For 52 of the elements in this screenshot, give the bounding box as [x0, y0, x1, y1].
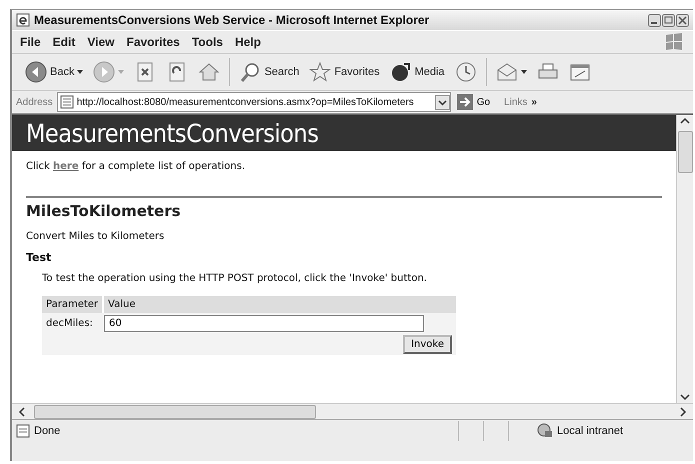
value-input[interactable]: 60: [104, 315, 424, 332]
vertical-scrollbar[interactable]: [676, 115, 693, 403]
links-button[interactable]: Links: [504, 96, 528, 108]
dropdown-caret-icon: [77, 70, 84, 74]
menu-item[interactable]: File: [14, 35, 47, 49]
status-text: Done: [34, 425, 62, 437]
ie-page-icon[interactable]: [16, 13, 30, 27]
minimize-icon[interactable]: [648, 14, 661, 26]
go-button[interactable]: Go: [456, 94, 500, 110]
page-done-icon: [16, 424, 30, 438]
windows-flag-icon: [663, 31, 685, 53]
envelope-icon: [496, 61, 518, 83]
menu-item[interactable]: Help: [228, 35, 267, 49]
chevron-button[interactable]: »: [531, 96, 537, 108]
parameter-name: decMiles:: [42, 313, 104, 334]
window-title: MeasurementsConversions Web Service - Microsoft Internet Explorer: [34, 13, 430, 27]
scroll-thumb[interactable]: [678, 131, 692, 173]
here-link[interactable]: here: [53, 161, 79, 172]
security-zone: Local intranet: [557, 425, 624, 437]
address-field[interactable]: http://localhost:8080/measurementconversions.asmx?op=MilesToKilometers: [56, 92, 451, 112]
star-icon: [309, 61, 332, 83]
dropdown-caret-icon: [520, 70, 527, 74]
favorites-button[interactable]: Favorites: [306, 61, 383, 83]
go-arrow-icon: [456, 94, 473, 110]
menu-item[interactable]: Edit: [46, 35, 82, 49]
intro-sentence: Click here for a complete list of operations.: [26, 161, 246, 172]
page-icon: [60, 95, 74, 109]
operation-description: Convert Miles to Kilometers: [26, 231, 166, 242]
column-header: Parameter: [42, 296, 104, 313]
intranet-globe-icon: [537, 423, 553, 439]
test-instructions: To test the operation using the HTTP POST protocol, click the 'Invoke' button.: [42, 273, 428, 284]
home-icon: [198, 61, 220, 83]
column-header: Value: [103, 296, 456, 313]
dropdown-caret-icon: [118, 70, 124, 74]
close-icon[interactable]: [676, 14, 689, 26]
menu-item[interactable]: Favorites: [120, 35, 186, 49]
page-banner: MeasurementsConversions: [12, 115, 676, 151]
history-clock-icon: [454, 61, 477, 83]
search-button[interactable]: Search: [236, 61, 302, 83]
invoke-button[interactable]: Invoke: [403, 335, 452, 354]
horizontal-scrollbar[interactable]: [12, 403, 693, 419]
menu-item[interactable]: View: [81, 35, 120, 49]
scroll-thumb[interactable]: [34, 404, 316, 418]
operation-title: MilesToKilometers: [26, 202, 182, 220]
maximize-icon[interactable]: [662, 14, 675, 26]
address-label: Address: [16, 96, 53, 108]
back-button[interactable]: Back: [22, 61, 86, 83]
test-heading: Test: [26, 251, 52, 264]
magnifier-icon: [239, 61, 262, 83]
media-button[interactable]: Media: [386, 61, 448, 83]
menu-item[interactable]: Tools: [186, 35, 229, 49]
dropdown-icon[interactable]: [434, 94, 450, 110]
